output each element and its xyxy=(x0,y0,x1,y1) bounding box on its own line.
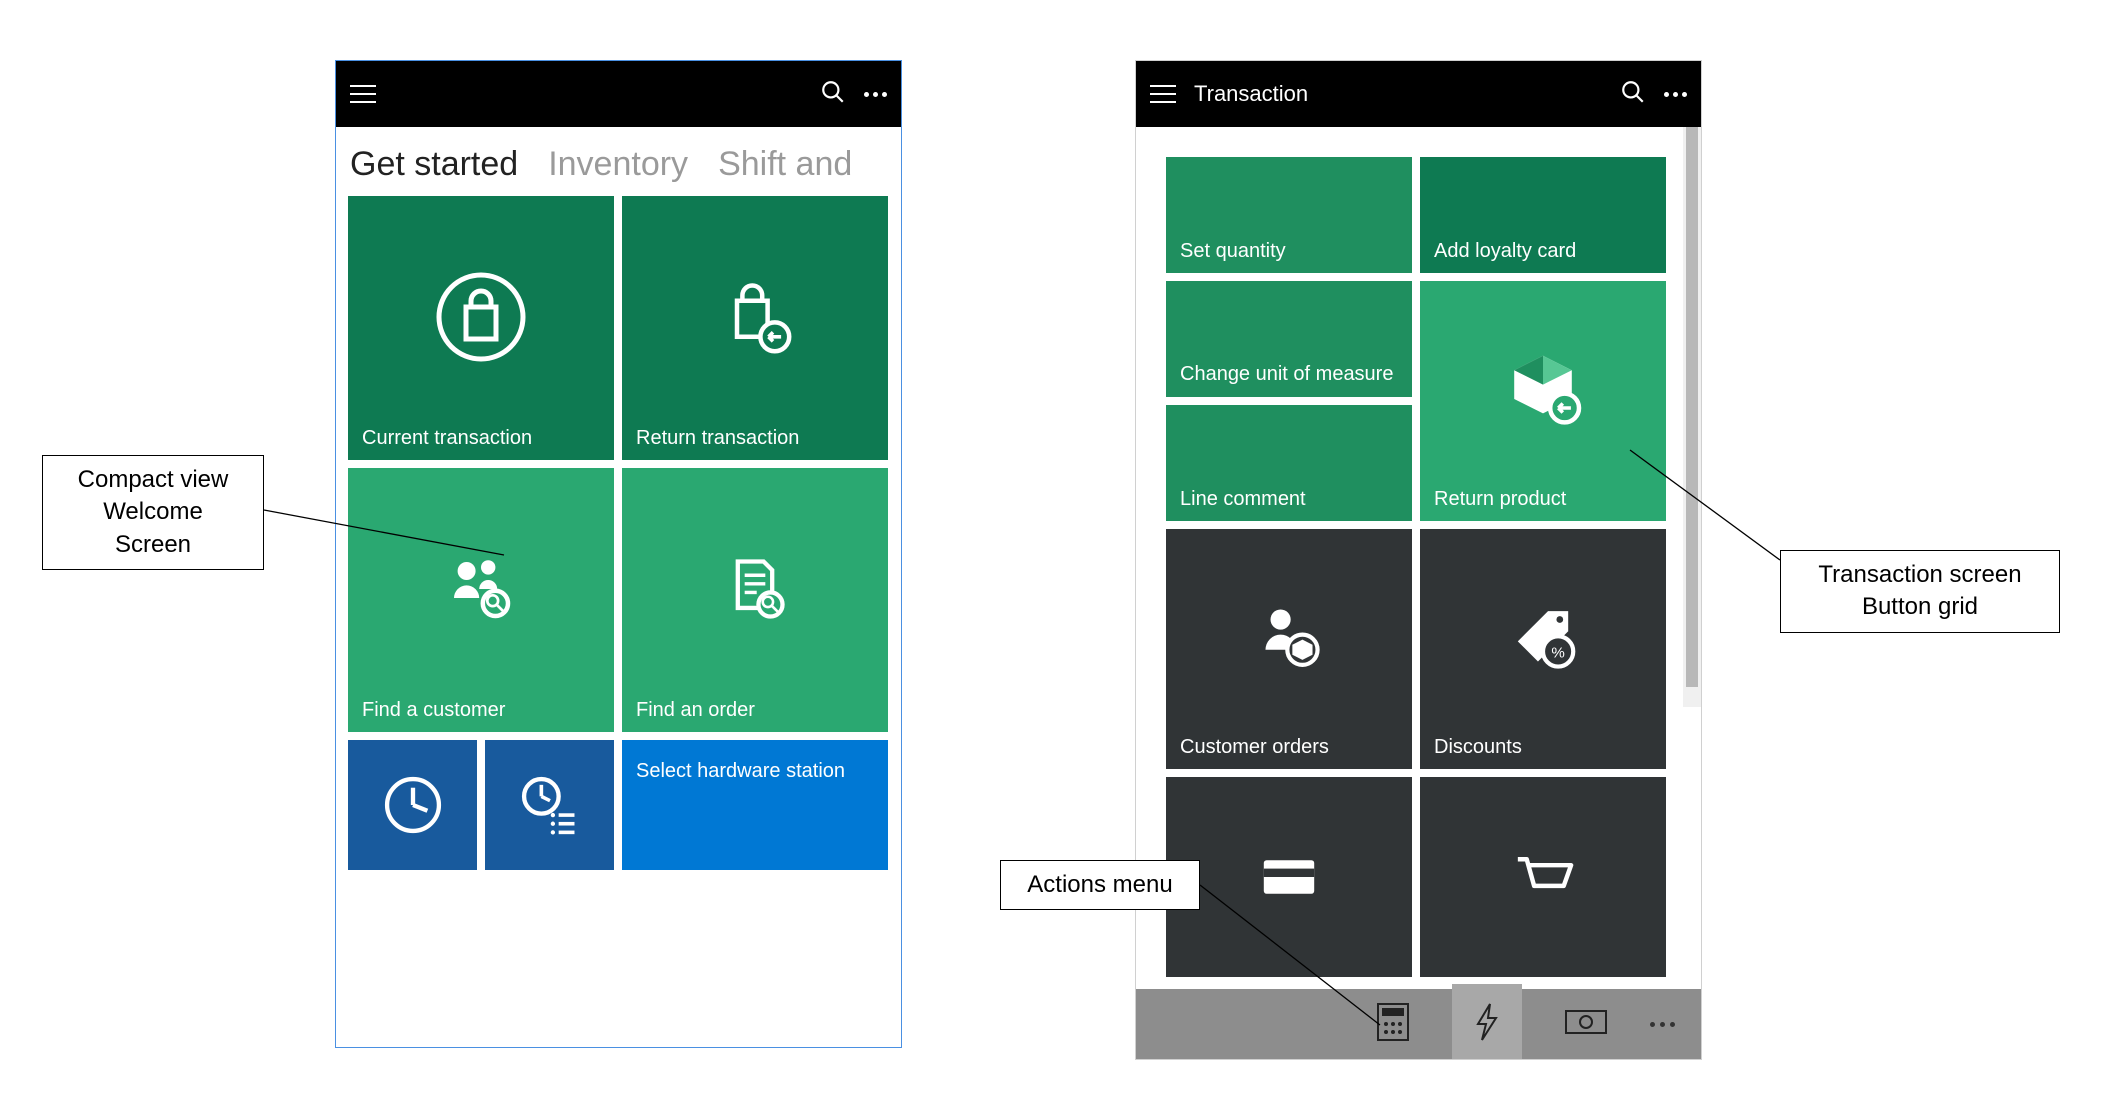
header-bar xyxy=(336,61,901,127)
callout-text: Actions menu xyxy=(1027,871,1172,898)
actions-lightning-icon[interactable] xyxy=(1452,984,1522,1061)
cart-icon xyxy=(1434,787,1652,967)
scrollbar[interactable] xyxy=(1683,127,1701,707)
tab-shift[interactable]: Shift and xyxy=(718,145,852,184)
more-icon[interactable] xyxy=(1664,92,1687,97)
hamburger-icon[interactable] xyxy=(350,85,376,103)
tile-label: Line comment xyxy=(1180,488,1398,511)
tile-label: Return transaction xyxy=(636,427,874,450)
callout-text: Transaction screenButton grid xyxy=(1818,561,2021,620)
header-bar: Transaction xyxy=(1136,61,1701,127)
tab-inventory[interactable]: Inventory xyxy=(548,145,688,184)
clock-icon xyxy=(348,740,477,870)
tile-customer-orders[interactable]: Customer orders xyxy=(1166,529,1412,769)
more-icon[interactable] xyxy=(864,92,887,97)
clock-list-icon xyxy=(485,740,614,870)
shopping-bag-circle-icon xyxy=(362,206,600,427)
tile-clock-list[interactable] xyxy=(485,740,614,870)
document-search-icon xyxy=(636,478,874,699)
callout-text: Compact viewWelcomeScreen xyxy=(78,466,229,558)
tile-partial-1[interactable] xyxy=(1166,777,1412,977)
tile-return-product[interactable]: Return product xyxy=(1420,281,1666,521)
tile-line-comment[interactable]: Line comment xyxy=(1166,405,1412,521)
calculator-icon[interactable] xyxy=(1376,1002,1410,1047)
welcome-screen-frame: Get started Inventory Shift and Current … xyxy=(335,60,902,1048)
tile-find-customer[interactable]: Find a customer xyxy=(348,468,614,732)
tile-add-loyalty-card[interactable]: Add loyalty card xyxy=(1420,157,1666,273)
callout-welcome: Compact viewWelcomeScreen xyxy=(42,455,264,570)
tile-select-hardware-station[interactable]: Select hardware station xyxy=(622,740,888,870)
welcome-tile-grid: Current transaction Return transaction xyxy=(336,196,901,996)
tile-label: Discounts xyxy=(1434,736,1652,759)
tile-label: Customer orders xyxy=(1180,736,1398,759)
hamburger-icon[interactable] xyxy=(1150,85,1176,103)
tile-return-transaction[interactable]: Return transaction xyxy=(622,196,888,460)
tile-change-uom[interactable]: Change unit of measure xyxy=(1166,281,1412,397)
people-search-icon xyxy=(362,478,600,699)
tile-set-quantity[interactable]: Set quantity xyxy=(1166,157,1412,273)
callout-button-grid: Transaction screenButton grid xyxy=(1780,550,2060,633)
transaction-screen-frame: Transaction Set quantity Change unit of … xyxy=(1135,60,1702,1060)
transaction-button-grid: Set quantity Change unit of measure Line… xyxy=(1136,127,1701,987)
tile-current-transaction[interactable]: Current transaction xyxy=(348,196,614,460)
tile-partial-2[interactable] xyxy=(1420,777,1666,977)
svg-text:%: % xyxy=(1551,644,1564,661)
tile-label: Current transaction xyxy=(362,427,600,450)
callout-actions-menu: Actions menu xyxy=(1000,860,1200,910)
shopping-bag-return-icon xyxy=(636,206,874,427)
footer-more-icon[interactable] xyxy=(1650,1022,1675,1027)
tab-strip: Get started Inventory Shift and xyxy=(336,127,901,196)
tile-discounts[interactable]: % Discounts xyxy=(1420,529,1666,769)
tile-find-order[interactable]: Find an order xyxy=(622,468,888,732)
discount-tag-icon: % xyxy=(1434,539,1652,736)
package-return-icon xyxy=(1434,291,1652,488)
tile-label: Change unit of measure xyxy=(1180,361,1398,387)
tile-label: Find a customer xyxy=(362,699,600,722)
page-title: Transaction xyxy=(1194,81,1308,107)
tile-label: Select hardware station xyxy=(636,758,874,785)
tile-label: Find an order xyxy=(636,699,874,722)
scrollbar-thumb[interactable] xyxy=(1686,127,1698,687)
search-icon[interactable] xyxy=(1620,79,1646,110)
tile-clock[interactable] xyxy=(348,740,477,870)
search-icon[interactable] xyxy=(820,79,846,110)
footer-bar xyxy=(1136,989,1701,1059)
tile-label: Set quantity xyxy=(1180,240,1398,263)
card-icon xyxy=(1180,787,1398,967)
tile-label: Return product xyxy=(1434,488,1652,511)
tab-get-started[interactable]: Get started xyxy=(350,145,518,184)
tile-label: Add loyalty card xyxy=(1434,240,1652,263)
person-package-icon xyxy=(1180,539,1398,736)
cash-icon[interactable] xyxy=(1564,1007,1608,1042)
